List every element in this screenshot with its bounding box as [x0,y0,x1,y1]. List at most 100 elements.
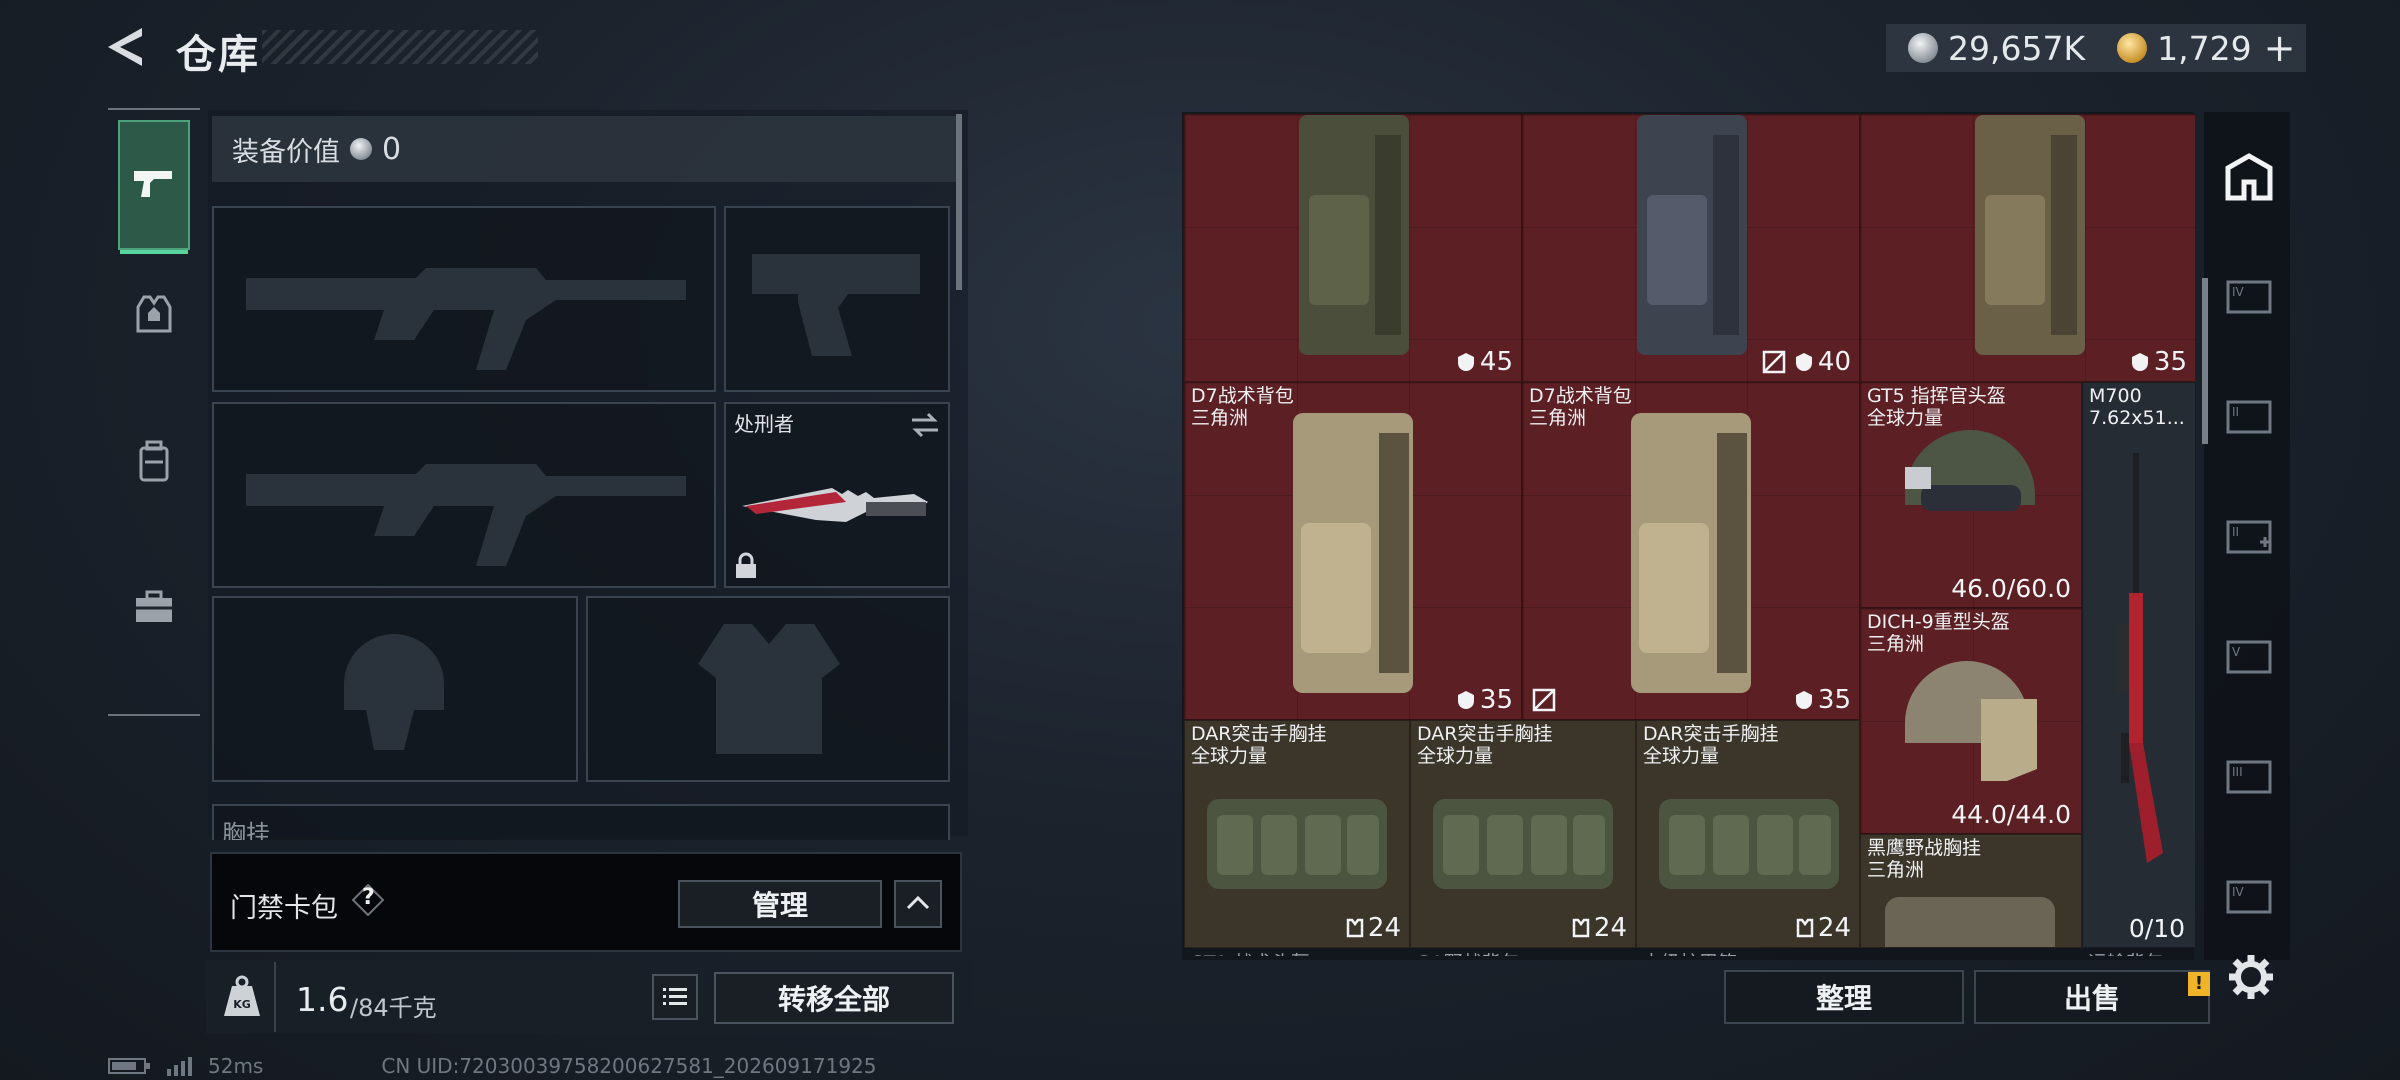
stash-item-blackhawk-rig[interactable]: 黑鹰野战胸挂 三角洲 [1860,834,2082,948]
backpack-icon [1637,115,1747,355]
helmet-slot[interactable] [212,596,578,782]
battery-icon [108,1058,150,1074]
signal-icon [167,1057,192,1076]
item-name: 黑鹰野战胸挂 三角洲 [1867,837,1982,881]
stash-item-backpack[interactable]: 45 [1184,114,1522,382]
secondary-weapon-slot[interactable] [212,402,716,588]
lock-icon [736,552,756,578]
sell-button[interactable]: 出售 [1974,970,2210,1024]
svg-text:III: III [2232,765,2243,779]
container-iv-icon[interactable]: IV [2224,272,2274,322]
stash-grid: 45 40 35 D7战术背包 三角洲 35 D7战术背包 三角洲 35 GT5… [1184,114,2196,956]
help-button[interactable]: ? [351,883,385,917]
svg-text:V: V [2232,645,2241,659]
armor-class-icon [1795,691,1812,709]
partial-item-name: GA野战背包 [1416,948,1520,956]
chest-rig-label: 胸挂 [222,820,270,840]
stash-item-dar-rig[interactable]: DAR突击手胸挂 全球力量 24 [1184,720,1410,948]
container-v-icon[interactable]: V [2224,632,2274,682]
chest-rig-icon [1885,897,2055,947]
container-ii-icon[interactable]: II [2224,392,2274,442]
sort-button[interactable]: 整理 [1724,970,1964,1024]
tab-weapons[interactable] [118,120,190,254]
backpack-icon [1299,115,1409,355]
weight-kg-icon: KG [222,974,262,1018]
stash-home-icon[interactable] [2224,152,2274,202]
tab-backpack[interactable] [118,396,190,526]
item-capacity: 24 [1572,913,1627,943]
stash-item-d7-backpack[interactable]: D7战术背包 三角洲 35 [1184,382,1522,720]
item-durability: 40 [1794,347,1851,377]
svg-text:II: II [2232,405,2239,419]
back-arrow-icon [108,28,142,66]
container-iv-icon[interactable]: IV [2224,872,2274,922]
backpack-icon [1631,413,1751,693]
chest-rig-slot[interactable]: 胸挂 [212,804,950,840]
no-insure-icon [1532,688,1556,712]
stash-item-dar-rig[interactable]: DAR突击手胸挂 全球力量 24 [1636,720,1860,948]
knife-icon [742,488,928,522]
stash-item-m700-rifle[interactable]: M700 7.62x51... 0/10 [2082,382,2196,948]
help-text: ? [362,885,375,910]
chest-rig-icon [1433,799,1613,889]
item-name: DAR突击手胸挂 全球力量 [1417,723,1553,767]
tab-armor[interactable] [118,250,190,380]
transfer-all-button[interactable]: 转移全部 [714,972,954,1024]
helmet-icon [1905,430,2035,511]
gold-coin-icon [2117,33,2148,63]
equipment-scrollbar[interactable] [956,114,962,290]
pistol-silhouette-icon [752,254,920,356]
rig-capacity-icon [1796,918,1814,938]
chest-rig-icon [1659,799,1839,889]
stash-item-d7-backpack[interactable]: D7战术背包 三角洲 35 [1522,382,1860,720]
svg-text:II: II [2232,525,2239,539]
stash-item-gt5-helmet[interactable]: GT5 指挥官头盔 全球力量 46.0/60.0 [1860,382,2082,608]
partial-item-name: GT1 战术头盔 [1190,948,1310,956]
settings-gear-icon[interactable] [2226,952,2276,1002]
collapse-button[interactable] [894,880,942,928]
container-ii-add-icon[interactable]: II [2224,512,2274,562]
item-durability: 46.0/60.0 [1951,574,2071,603]
access-card-bag-label: 门禁卡包 [230,893,338,924]
melee-slot[interactable]: 处刑者 [724,402,950,588]
stash-scrollbar[interactable] [2202,278,2208,444]
stash-item-dich9-helmet[interactable]: DICH-9重型头盔 三角洲 44.0/44.0 [1860,608,2082,834]
list-view-button[interactable] [652,974,698,1020]
category-tabs [108,108,200,716]
armor-class-icon [1457,691,1474,709]
partial-item-name: 运输背包 [2088,948,2164,956]
primary-weapon-slot[interactable] [212,206,716,392]
back-button[interactable] [104,24,150,70]
divider [274,962,276,1032]
armor-class-icon [2131,353,2148,371]
backpack-icon [139,440,169,482]
manage-button[interactable]: 管理 [678,880,882,928]
stash-item-backpack[interactable]: 40 [1522,114,1860,382]
melee-name: 处刑者 [734,412,794,436]
silver-coin-icon [1908,33,1938,63]
status-bar: 52ms CN UID:72030039758200627581_2026091… [108,1054,877,1078]
stash-item-dar-rig[interactable]: DAR突击手胸挂 全球力量 24 [1410,720,1636,948]
item-capacity: 24 [1796,913,1851,943]
item-name: DAR突击手胸挂 全球力量 [1643,723,1779,767]
item-durability: 45 [1456,347,1513,377]
equipment-value: 装备价值 0 [212,116,956,182]
sidearm-slot[interactable] [724,206,950,392]
item-name: M700 7.62x51... [2089,385,2185,429]
stash-item-backpack[interactable]: 35 [1860,114,2196,382]
rig-capacity-icon [1346,918,1364,938]
item-durability: 35 [1794,685,1851,715]
sell-warning-badge: ! [2188,972,2210,996]
swap-icon[interactable] [908,410,942,440]
item-durability: 44.0/44.0 [1951,800,2071,829]
add-gold-button[interactable]: + [2264,26,2296,70]
tab-toolbox[interactable] [118,542,190,672]
silver-amount: 29,657K [1948,28,2086,68]
no-insure-icon [1762,350,1786,374]
body-armor-slot[interactable] [586,596,950,782]
user-uid: CN UID:72030039758200627581_202609171925 [381,1054,877,1078]
rig-capacity-icon [1572,918,1590,938]
currency-bar: 29,657K 1,729 + [1886,24,2306,72]
container-iii-icon[interactable]: III [2224,752,2274,802]
sniper-rifle-icon [2117,453,2163,863]
